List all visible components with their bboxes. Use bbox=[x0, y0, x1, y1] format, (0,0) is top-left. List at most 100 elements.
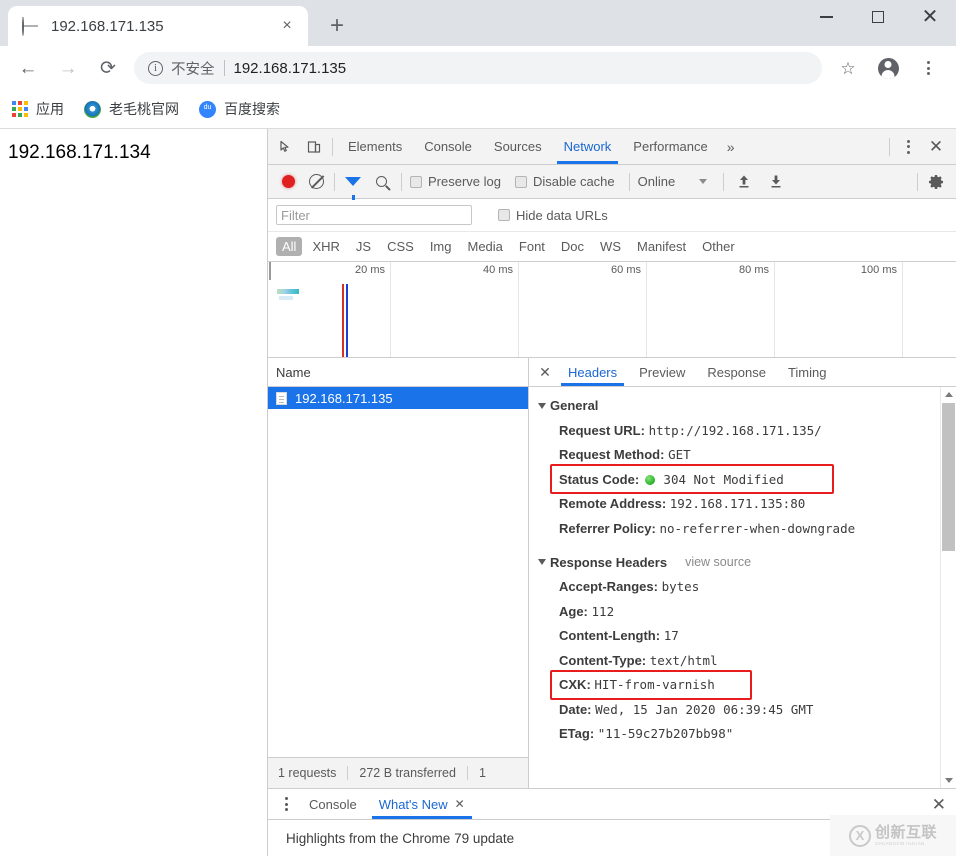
tab-elements[interactable]: Elements bbox=[337, 130, 413, 164]
general-section-header[interactable]: General bbox=[529, 393, 956, 418]
devtools-menu-button[interactable] bbox=[894, 134, 922, 160]
browser-tab[interactable]: 192.168.171.135 × bbox=[8, 6, 308, 46]
header-value: HIT-from-varnish bbox=[594, 677, 715, 692]
drawer-tab-whats-new[interactable]: What's New ✕ bbox=[368, 790, 476, 819]
back-button[interactable]: ← bbox=[12, 52, 44, 84]
scrollbar-thumb[interactable] bbox=[942, 403, 955, 551]
device-toolbar-icon[interactable] bbox=[300, 134, 328, 160]
tab-response[interactable]: Response bbox=[696, 359, 777, 386]
disable-cache-label: Disable cache bbox=[532, 174, 615, 189]
bookmark-star-icon[interactable]: ☆ bbox=[832, 52, 864, 84]
info-icon[interactable]: i bbox=[148, 60, 163, 76]
hide-data-urls-checkbox[interactable]: Hide data URLs bbox=[498, 208, 608, 223]
requests-list[interactable]: 192.168.171.135 bbox=[268, 387, 528, 757]
record-button[interactable] bbox=[274, 169, 302, 195]
overview-request-bar bbox=[277, 289, 299, 294]
clear-button[interactable] bbox=[302, 169, 330, 195]
load-event-marker bbox=[346, 284, 348, 357]
inspect-element-icon[interactable] bbox=[272, 134, 300, 160]
type-filter-all[interactable]: All bbox=[276, 237, 303, 256]
preserve-log-checkbox[interactable]: Preserve log bbox=[410, 174, 501, 189]
drawer-menu-icon[interactable] bbox=[274, 792, 298, 816]
drawer-close-icon[interactable]: ✕ bbox=[932, 796, 946, 813]
tab-preview[interactable]: Preview bbox=[628, 359, 696, 386]
bookmarks-bar: 应用 老毛桃官网 百度搜索 bbox=[0, 90, 956, 129]
chrome-menu-button[interactable] bbox=[912, 52, 944, 84]
response-headers-section-header[interactable]: Response Headers view source bbox=[529, 550, 956, 575]
address-bar-url[interactable]: 192.168.171.135 bbox=[234, 60, 817, 77]
tab-headers[interactable]: Headers bbox=[557, 359, 628, 386]
header-row-status-code: Status Code: 304 Not Modified bbox=[529, 464, 956, 494]
tab-console[interactable]: Console bbox=[413, 130, 483, 164]
details-tab-bar: ✕ Headers Preview Response Timing bbox=[529, 358, 956, 387]
checkbox-icon bbox=[410, 175, 422, 188]
request-name: 192.168.171.135 bbox=[295, 390, 393, 406]
new-tab-button[interactable]: + bbox=[320, 9, 354, 43]
header-value: 17 bbox=[663, 628, 679, 643]
header-row: Request Method: GET bbox=[529, 443, 956, 468]
disable-cache-checkbox[interactable]: Disable cache bbox=[514, 174, 615, 189]
watermark-text-en: CHUANGXIN HULIAN bbox=[874, 840, 925, 846]
header-row: Content-Type: text/html bbox=[529, 648, 956, 673]
scrollbar-down-button[interactable] bbox=[941, 773, 956, 788]
bookmark-laomaotao[interactable]: 老毛桃官网 bbox=[84, 99, 179, 119]
bookmark-apps[interactable]: 应用 bbox=[12, 99, 64, 119]
tab-sources[interactable]: Sources bbox=[483, 130, 553, 164]
view-source-link[interactable]: view source bbox=[685, 555, 751, 569]
export-har-icon[interactable] bbox=[764, 170, 788, 194]
details-scrollbar[interactable] bbox=[940, 387, 956, 788]
tab-network[interactable]: Network bbox=[553, 130, 623, 164]
import-har-icon[interactable] bbox=[732, 170, 756, 194]
window-maximize-button[interactable] bbox=[852, 0, 904, 34]
watermark-text-cn: 创新互联 bbox=[874, 823, 937, 841]
header-value: 304 Not Modified bbox=[663, 471, 784, 487]
filter-input[interactable] bbox=[276, 205, 472, 225]
type-filter-img[interactable]: Img bbox=[424, 237, 458, 256]
header-row: ETag: "11-59c27b207bb98" bbox=[529, 722, 956, 747]
type-filter-doc[interactable]: Doc bbox=[555, 237, 590, 256]
table-row[interactable]: 192.168.171.135 bbox=[268, 387, 528, 409]
throttle-dropdown[interactable]: Online bbox=[638, 174, 708, 189]
window-minimize-button[interactable] bbox=[800, 0, 852, 34]
devtools-close-button[interactable]: ✕ bbox=[922, 134, 950, 160]
settings-gear-icon[interactable] bbox=[922, 169, 950, 195]
forward-button[interactable]: → bbox=[52, 52, 84, 84]
checkbox-icon bbox=[514, 175, 527, 188]
close-icon: ✕ bbox=[921, 6, 939, 28]
address-bar[interactable]: i 不安全 192.168.171.135 bbox=[134, 52, 822, 84]
scrollbar-up-button[interactable] bbox=[941, 387, 956, 402]
requests-column-header[interactable]: Name bbox=[268, 358, 528, 387]
header-value: 112 bbox=[591, 603, 615, 619]
drawer-tab-console[interactable]: Console bbox=[298, 790, 368, 819]
profile-avatar[interactable] bbox=[872, 52, 904, 84]
network-overview[interactable]: 20 ms 40 ms 60 ms 80 ms 100 ms bbox=[268, 262, 956, 358]
header-row: Content-Length: 17 bbox=[529, 624, 956, 649]
header-key: Referrer Policy: bbox=[559, 520, 656, 536]
overview-tick-label: 100 ms bbox=[860, 264, 897, 276]
type-filter-xhr[interactable]: XHR bbox=[306, 237, 345, 256]
header-row: Accept-Ranges: bytes bbox=[529, 575, 956, 600]
filter-icon[interactable] bbox=[339, 169, 367, 200]
headers-content[interactable]: General Request URL: http://192.168.171.… bbox=[529, 387, 956, 788]
reload-button[interactable]: ⟳ bbox=[92, 52, 124, 84]
details-close-icon[interactable]: ✕ bbox=[533, 360, 557, 384]
type-filter-js[interactable]: JS bbox=[350, 237, 377, 256]
window-close-button[interactable]: ✕ bbox=[904, 0, 956, 34]
type-filter-media[interactable]: Media bbox=[461, 237, 508, 256]
tab-timing[interactable]: Timing bbox=[777, 359, 838, 386]
search-icon[interactable] bbox=[367, 169, 395, 195]
bookmark-baidu[interactable]: 百度搜索 bbox=[199, 99, 280, 119]
toolbar-divider bbox=[889, 137, 890, 156]
more-tabs-icon[interactable]: » bbox=[719, 139, 743, 155]
type-filter-manifest[interactable]: Manifest bbox=[631, 237, 692, 256]
type-filter-other[interactable]: Other bbox=[696, 237, 741, 256]
type-filter-css[interactable]: CSS bbox=[381, 237, 420, 256]
drawer-tab-close-icon[interactable]: ✕ bbox=[455, 798, 465, 810]
tab-strip: 192.168.171.135 × + ✕ bbox=[0, 0, 956, 46]
type-filter-font[interactable]: Font bbox=[513, 237, 551, 256]
type-filter-ws[interactable]: WS bbox=[594, 237, 627, 256]
header-key: Status Code: bbox=[559, 471, 640, 487]
tab-performance[interactable]: Performance bbox=[622, 130, 718, 164]
tab-close-icon[interactable]: × bbox=[276, 15, 298, 37]
header-key: Date: bbox=[559, 701, 592, 717]
